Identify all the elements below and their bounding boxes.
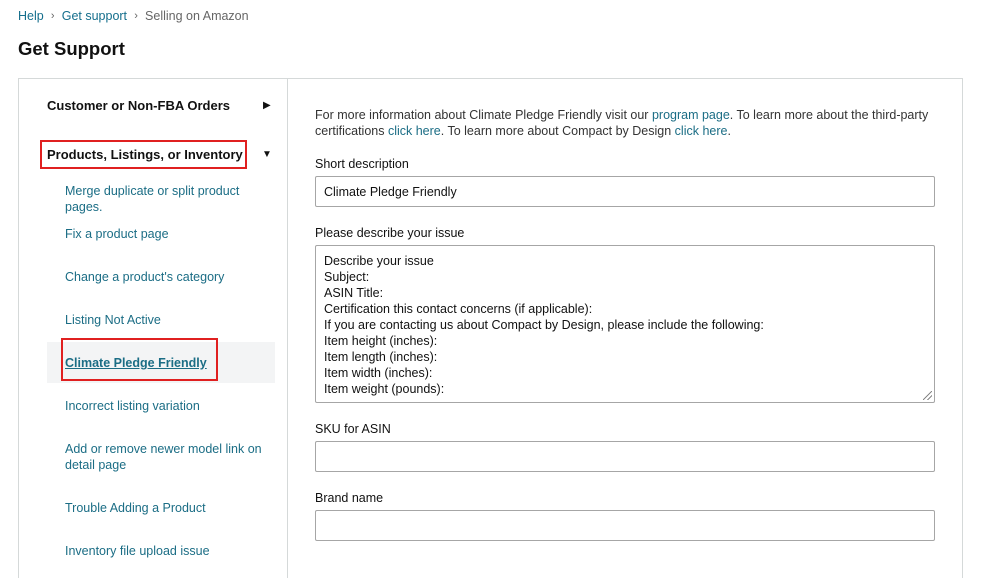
sidebar-item-newer-model-link[interactable]: Add or remove newer model link on detail…: [65, 441, 265, 473]
sku-label: SKU for ASIN: [315, 422, 391, 436]
info-text: For more information about Climate Pledg…: [315, 108, 929, 138]
short-description-input[interactable]: [315, 176, 935, 207]
breadcrumb: Help › Get support › Selling on Amazon: [18, 8, 249, 24]
brand-name-input[interactable]: [315, 510, 935, 541]
sku-input[interactable]: [315, 441, 935, 472]
sidebar-item-trouble-adding[interactable]: Trouble Adding a Product: [65, 500, 280, 516]
sidebar-item-change-category[interactable]: Change a product's category: [65, 269, 280, 285]
certifications-link[interactable]: click here: [388, 124, 441, 138]
compact-by-design-link[interactable]: click here: [675, 124, 728, 138]
breadcrumb-help-link[interactable]: Help: [18, 9, 44, 23]
short-description-label: Short description: [315, 157, 409, 171]
issue-description-textarea[interactable]: Describe your issue Subject: ASIN Title:…: [315, 245, 935, 403]
support-panel: Customer or Non-FBA Orders ▶ Products, L…: [18, 78, 963, 578]
breadcrumb-current: Selling on Amazon: [145, 9, 249, 23]
highlight-box: [61, 338, 218, 381]
breadcrumb-separator: ›: [50, 10, 55, 22]
sidebar-item-merge-pages[interactable]: Merge duplicate or split product pages.: [65, 183, 280, 215]
sidebar-item-inventory-upload[interactable]: Inventory file upload issue: [65, 543, 280, 559]
brand-name-label: Brand name: [315, 491, 384, 505]
resize-grip-icon[interactable]: [923, 391, 932, 400]
category-label: Customer or Non-FBA Orders: [47, 98, 230, 113]
breadcrumb-get-support-link[interactable]: Get support: [62, 9, 127, 23]
page-title: Get Support: [18, 38, 125, 59]
highlight-box: [40, 140, 247, 169]
sidebar: Customer or Non-FBA Orders ▶ Products, L…: [19, 79, 288, 578]
main-content: For more information about Climate Pledg…: [289, 79, 962, 578]
sidebar-item-incorrect-variation[interactable]: Incorrect listing variation: [65, 398, 280, 414]
category-customer-orders[interactable]: Customer or Non-FBA Orders: [47, 98, 230, 113]
sidebar-item-listing-not-active[interactable]: Listing Not Active: [65, 312, 280, 328]
program-page-link[interactable]: program page: [652, 108, 730, 122]
breadcrumb-separator: ›: [134, 10, 138, 22]
issue-description-label: Please describe your issue: [315, 226, 465, 240]
chevron-down-icon: ▼: [262, 149, 272, 160]
sidebar-item-fix-product-page[interactable]: Fix a product page: [65, 226, 280, 242]
chevron-right-icon: ▶: [263, 100, 271, 111]
